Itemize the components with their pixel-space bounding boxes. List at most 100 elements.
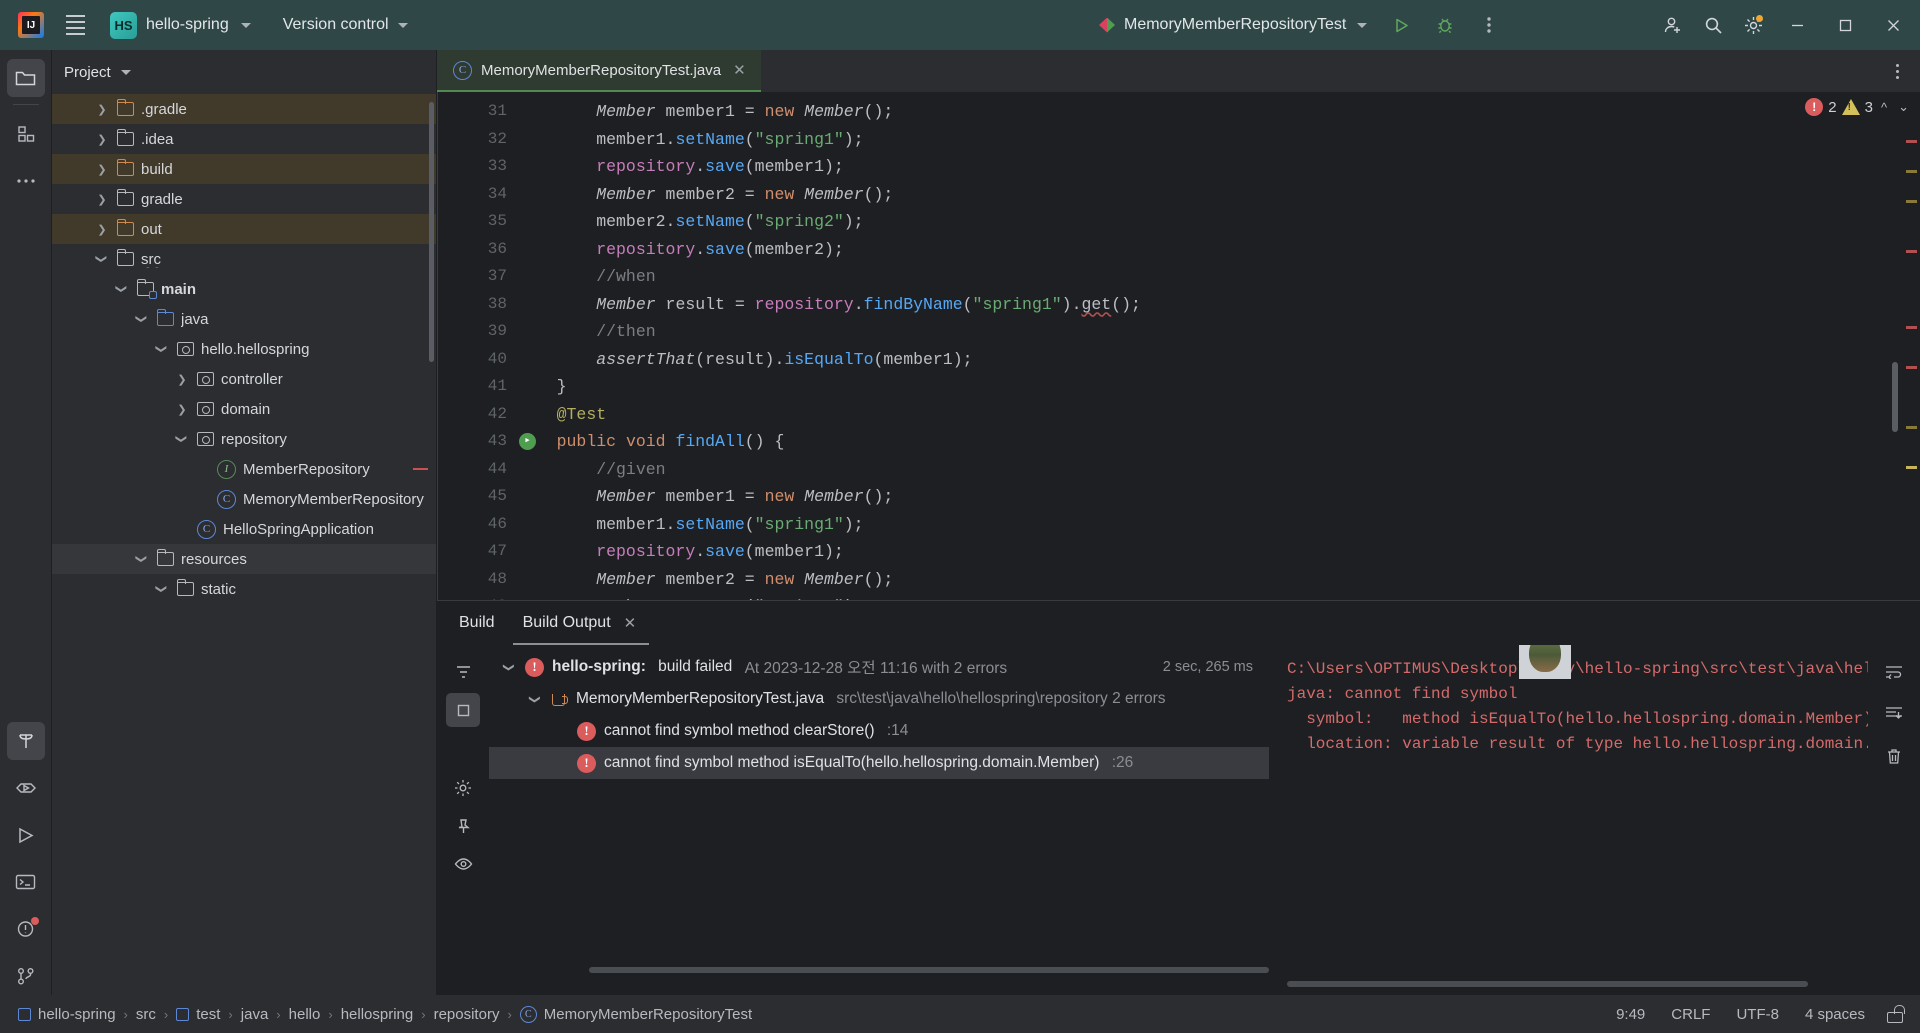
line-separator[interactable]: CRLF xyxy=(1658,1003,1723,1026)
line-number[interactable]: 32 xyxy=(437,126,517,154)
build-tool-icon[interactable] xyxy=(6,722,45,760)
run-button[interactable] xyxy=(1382,6,1420,44)
close-icon[interactable]: ✕ xyxy=(621,614,640,632)
caret-position[interactable]: 9:49 xyxy=(1603,1003,1658,1026)
more-vertical-icon[interactable] xyxy=(1882,56,1912,86)
build-output-tree[interactable]: ❯! hello-spring: build failed At 2023-12-… xyxy=(489,645,1269,995)
code-line[interactable]: //then xyxy=(517,318,1920,346)
tree-node-memberrepository[interactable]: I MemberRepository xyxy=(52,454,436,484)
chevron-right-icon[interactable]: ❯ xyxy=(94,191,110,207)
run-test-gutter-icon[interactable]: ▸ xyxy=(519,433,536,450)
editor-scrollbar[interactable] xyxy=(1892,362,1898,432)
inspection-counts[interactable]: ! 2 3 ^ ⌄ xyxy=(1805,98,1920,116)
code-editor[interactable]: 31323334353637383940414243▸444546474849 … xyxy=(437,92,1920,600)
chevron-down-icon[interactable]: ❯ xyxy=(134,551,150,567)
code-line[interactable]: member1.setName("spring1"); xyxy=(517,126,1920,154)
editor-code[interactable]: Member member1 = new Member(); member1.s… xyxy=(437,92,1920,600)
code-line[interactable]: } xyxy=(517,373,1920,401)
line-number[interactable]: 41 xyxy=(437,373,517,401)
soft-wrap-icon[interactable] xyxy=(1877,655,1911,689)
chevron-right-icon[interactable]: ❯ xyxy=(94,101,110,117)
settings-icon[interactable] xyxy=(1734,6,1772,44)
tab-build-output[interactable]: Build Output ✕ xyxy=(512,601,650,645)
line-number[interactable]: 45 xyxy=(437,483,517,511)
code-line[interactable]: member2.setName("spring2"); xyxy=(517,208,1920,236)
build-tree-row[interactable]: ❯ MemoryMemberRepositoryTest.java src\tes… xyxy=(489,683,1269,715)
line-number[interactable]: 37 xyxy=(437,263,517,291)
build-tree-scrollbar[interactable] xyxy=(589,967,1269,973)
chevron-right-icon[interactable]: ❯ xyxy=(94,161,110,177)
code-line[interactable]: Member member2 = new Member(); xyxy=(517,566,1920,594)
code-line[interactable]: assertThat(result).isEqualTo(member1); xyxy=(517,346,1920,374)
line-number[interactable]: 47 xyxy=(437,538,517,566)
chevron-right-icon[interactable]: ❯ xyxy=(94,221,110,237)
breadcrumb-item[interactable]: hello xyxy=(283,1004,327,1025)
project-tree[interactable]: ❯ .gradle ❯ .idea ❯ build ❯ gradle ❯ out ❯ src ❯ main… xyxy=(52,94,436,995)
file-encoding[interactable]: UTF-8 xyxy=(1723,1003,1792,1026)
code-line[interactable]: @Test xyxy=(517,401,1920,429)
build-tree-row[interactable]: ❯! hello-spring: build failed At 2023-12-… xyxy=(489,651,1269,683)
tree-node-main[interactable]: ❯ main xyxy=(52,274,436,304)
code-line[interactable]: repository.save(member1); xyxy=(517,538,1920,566)
version-control-tool-icon[interactable] xyxy=(7,957,45,995)
line-number[interactable]: 46 xyxy=(437,511,517,539)
filter-icon[interactable] xyxy=(446,655,480,689)
terminal-tool-icon[interactable] xyxy=(7,863,45,901)
editor-tab[interactable]: C MemoryMemberRepositoryTest.java ✕ xyxy=(437,50,761,92)
breadcrumb-item[interactable]: java xyxy=(235,1004,275,1025)
tree-node-resources[interactable]: ❯ resources xyxy=(52,544,436,574)
chevron-down-icon[interactable]: ❯ xyxy=(529,691,542,707)
breadcrumb-item[interactable]: src xyxy=(130,1004,162,1025)
code-line[interactable]: Member member1 = new Member(); xyxy=(517,483,1920,511)
line-number[interactable]: 49 xyxy=(437,593,517,600)
breadcrumb-item[interactable]: repository xyxy=(428,1004,506,1025)
problems-tool-icon[interactable] xyxy=(7,910,45,948)
stop-square-icon[interactable] xyxy=(446,693,480,727)
breadcrumb-item[interactable]: C MemoryMemberRepositoryTest xyxy=(514,1004,758,1025)
main-menu-icon[interactable] xyxy=(58,8,92,42)
more-tool-windows-icon[interactable] xyxy=(7,162,45,200)
code-line[interactable]: member2.setName("spring2"); xyxy=(517,593,1920,600)
trash-icon[interactable] xyxy=(1877,739,1911,773)
tree-node-out[interactable]: ❯ out xyxy=(52,214,436,244)
tree-node-gradle[interactable]: ❯ gradle xyxy=(52,184,436,214)
editor-gutter[interactable]: 31323334353637383940414243▸444546474849 xyxy=(437,92,536,600)
line-number[interactable]: 44 xyxy=(437,456,517,484)
line-number[interactable]: 33 xyxy=(437,153,517,181)
indent-setting[interactable]: 4 spaces xyxy=(1792,1003,1878,1026)
maximize-button[interactable] xyxy=(1822,0,1868,50)
line-number[interactable]: 31 xyxy=(437,98,517,126)
chevron-up-icon[interactable]: ^ xyxy=(1878,100,1890,115)
chevron-down-icon[interactable]: ⌄ xyxy=(1895,99,1912,115)
breadcrumb-item[interactable]: hello-spring xyxy=(12,1004,122,1025)
run-tool-icon[interactable] xyxy=(7,816,45,854)
account-icon[interactable] xyxy=(1654,6,1692,44)
close-button[interactable] xyxy=(1870,0,1916,50)
more-run-options-icon[interactable] xyxy=(1470,6,1508,44)
structure-tool-icon[interactable] xyxy=(7,115,45,153)
code-line[interactable]: //when xyxy=(517,263,1920,291)
unlocked-icon[interactable] xyxy=(1886,1005,1905,1023)
debug-button[interactable] xyxy=(1426,6,1464,44)
line-number[interactable]: 34 xyxy=(437,181,517,209)
code-line[interactable]: Member member2 = new Member(); xyxy=(517,181,1920,209)
line-number[interactable]: 48 xyxy=(437,566,517,594)
tree-node-memorymemberrepository[interactable]: C MemoryMemberRepository xyxy=(52,484,436,514)
build-console[interactable]: C:\Users\OPTIMUS\Desktop\study\hello-spr… xyxy=(1269,645,1868,995)
tree-node-repository[interactable]: ❯ repository xyxy=(52,424,436,454)
line-number[interactable]: 43 ▸ xyxy=(437,428,536,456)
chevron-down-icon[interactable]: ❯ xyxy=(174,431,190,447)
line-number[interactable]: 38 xyxy=(437,291,517,319)
chevron-down-icon[interactable]: ❯ xyxy=(154,581,170,597)
chevron-down-icon[interactable]: ❯ xyxy=(94,251,110,267)
run-configuration-selector[interactable]: MemoryMemberRepositoryTest xyxy=(1090,11,1376,39)
code-line[interactable]: Member result = repository.findByName("s… xyxy=(517,291,1920,319)
code-line[interactable]: repository.save(member2); xyxy=(517,236,1920,264)
breadcrumb-item[interactable]: hellospring xyxy=(335,1004,420,1025)
tree-node-hellospringapplication[interactable]: C HelloSpringApplication xyxy=(52,514,436,544)
scroll-to-end-icon[interactable] xyxy=(1877,697,1911,731)
search-icon[interactable] xyxy=(1694,6,1732,44)
tree-node-controller[interactable]: ❯ controller xyxy=(52,364,436,394)
chevron-down-icon[interactable]: ❯ xyxy=(503,659,516,675)
pin-icon[interactable] xyxy=(446,809,480,843)
